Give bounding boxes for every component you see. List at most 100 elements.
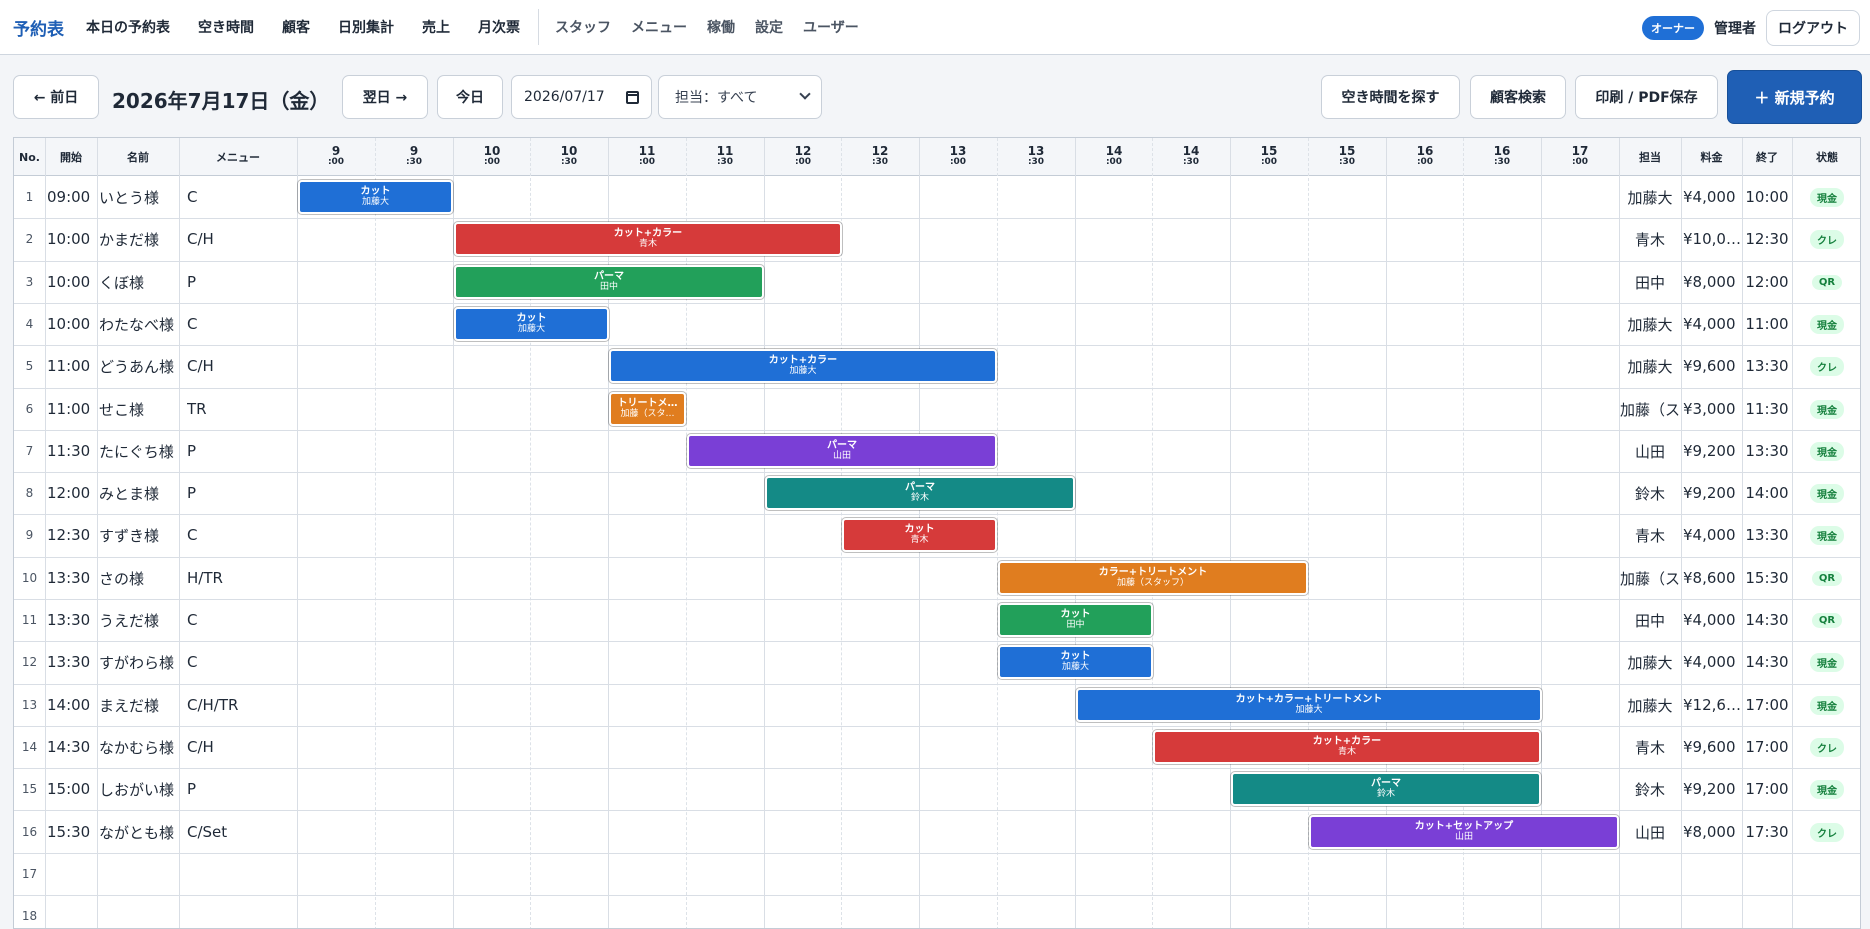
time-slot-minute: :00 bbox=[638, 157, 656, 167]
booking-service: トリートメ… bbox=[617, 398, 678, 409]
booking-staff: 加藤（スタッフ） bbox=[1116, 578, 1189, 588]
time-slot-hour: 16 bbox=[1493, 144, 1511, 158]
booking-bar[interactable]: カット 青木 bbox=[842, 518, 997, 552]
staff-filter-select[interactable]: 担当：すべて bbox=[658, 75, 822, 119]
nav-daily-summary[interactable]: 日別集計 bbox=[338, 17, 394, 37]
time-slot-minute: :30 bbox=[716, 157, 734, 167]
booking-bar[interactable]: トリートメ… 加藤（スタ… bbox=[609, 392, 686, 426]
price: ¥4,000 bbox=[1683, 611, 1736, 629]
booking-staff: 加藤大 bbox=[1295, 705, 1323, 715]
price: ¥3,000 bbox=[1683, 400, 1736, 418]
staff-name: 田中 bbox=[1634, 273, 1665, 292]
header-time-slot: 13:30 bbox=[997, 138, 1075, 176]
calendar-icon[interactable] bbox=[626, 91, 639, 104]
menu-code: C bbox=[187, 188, 198, 206]
today-button[interactable]: 今日 bbox=[437, 75, 503, 119]
time-slot-hour: 13 bbox=[949, 144, 967, 158]
header-no: No. bbox=[19, 150, 40, 164]
print-pdf-button[interactable]: 印刷 / PDF保存 bbox=[1575, 75, 1718, 119]
customer-name[interactable]: なかむら様 bbox=[99, 726, 179, 768]
header-time-slot: 15:00 bbox=[1230, 138, 1308, 176]
nav-settings[interactable]: 設定 bbox=[755, 17, 783, 37]
booking-bar[interactable]: パーマ 田中 bbox=[454, 265, 764, 299]
booking-staff: 田中 bbox=[599, 282, 618, 292]
new-booking-button[interactable]: ＋ 新規予約 bbox=[1727, 70, 1862, 124]
customer-name[interactable]: さの様 bbox=[99, 557, 179, 599]
nav-today-schedule[interactable]: 本日の予約表 bbox=[86, 17, 170, 37]
nav-monthly[interactable]: 月次票 bbox=[478, 17, 520, 37]
nav-free-time[interactable]: 空き時間 bbox=[198, 17, 254, 37]
status-cell: 現金 bbox=[1792, 641, 1860, 683]
customer-name[interactable]: くぼ様 bbox=[99, 261, 179, 303]
price: ¥12,6… bbox=[1683, 696, 1741, 714]
booking-service: パーマ bbox=[827, 440, 857, 451]
time-slot-minute: :00 bbox=[327, 157, 345, 167]
time-slot-hour: 14 bbox=[1182, 144, 1200, 158]
role-badge: オーナー bbox=[1642, 16, 1704, 40]
nav-users[interactable]: ユーザー bbox=[803, 17, 859, 37]
customer-name[interactable]: どうあん様 bbox=[99, 345, 179, 387]
customer-search-button[interactable]: 顧客検索 bbox=[1470, 75, 1566, 119]
time-slot-hour: 15 bbox=[1338, 144, 1356, 158]
end-time: 17:00 bbox=[1745, 780, 1789, 798]
booking-staff: 青木 bbox=[1337, 747, 1356, 757]
time-slot-hour: 11 bbox=[716, 144, 734, 158]
customer-name[interactable]: うえだ様 bbox=[99, 599, 179, 641]
customer-name[interactable]: すずき様 bbox=[99, 514, 179, 556]
nav-menu[interactable]: メニュー bbox=[631, 17, 687, 37]
nav-sales[interactable]: 売上 bbox=[422, 17, 450, 37]
header-staff: 担当 bbox=[1639, 151, 1661, 164]
booking-service: パーマ bbox=[905, 482, 935, 493]
status-cell: 現金 bbox=[1792, 768, 1860, 810]
booking-bar[interactable]: カット+カラー 加藤大 bbox=[609, 349, 997, 383]
price: ¥10,0… bbox=[1683, 230, 1741, 248]
start-time: 10:00 bbox=[47, 230, 91, 248]
nav-staff[interactable]: スタッフ bbox=[555, 17, 611, 37]
booking-bar[interactable]: カット 田中 bbox=[998, 603, 1153, 637]
customer-name[interactable]: すがわら様 bbox=[99, 641, 179, 683]
menu-code: P bbox=[187, 442, 197, 460]
booking-bar[interactable]: パーマ 鈴木 bbox=[1231, 772, 1541, 806]
status-badge: クレ bbox=[1810, 822, 1844, 842]
customer-name[interactable]: いとう様 bbox=[99, 176, 179, 218]
find-free-time-button[interactable]: 空き時間を探す bbox=[1321, 75, 1460, 119]
row-number: 2 bbox=[25, 232, 34, 246]
booking-bar[interactable]: カラー+トリートメント 加藤（スタッフ） bbox=[998, 561, 1308, 595]
customer-name[interactable]: まえだ様 bbox=[99, 684, 179, 726]
start-time: 10:00 bbox=[47, 315, 91, 333]
customer-name[interactable]: ながとも様 bbox=[99, 811, 179, 853]
booking-bar[interactable]: パーマ 山田 bbox=[687, 434, 997, 468]
time-slot-minute: :00 bbox=[949, 157, 967, 167]
booking-bar[interactable]: カット 加藤大 bbox=[998, 645, 1153, 679]
booking-bar[interactable]: カット 加藤大 bbox=[298, 180, 453, 214]
next-day-button[interactable]: 翌日 → bbox=[342, 75, 428, 119]
booking-bar[interactable]: カット+カラー 青木 bbox=[454, 222, 842, 256]
logout-button[interactable]: ログアウト bbox=[1766, 10, 1860, 46]
customer-name[interactable]: みとま様 bbox=[99, 472, 179, 514]
row-number: 4 bbox=[25, 317, 34, 331]
date-picker-input[interactable]: 2026/07/17 bbox=[511, 75, 652, 119]
booking-bar[interactable]: カット+カラー+トリートメント 加藤大 bbox=[1076, 688, 1542, 722]
customer-name[interactable]: せこ様 bbox=[99, 388, 179, 430]
booking-bar[interactable]: パーマ 鈴木 bbox=[765, 476, 1075, 510]
customer-name[interactable]: たにぐち様 bbox=[99, 430, 179, 472]
booking-bar[interactable]: カット+カラー 青木 bbox=[1153, 730, 1541, 764]
booking-service: カット bbox=[360, 186, 391, 197]
end-time: 12:00 bbox=[1745, 273, 1789, 291]
customer-name[interactable]: かまだ様 bbox=[99, 218, 179, 260]
header-status: 状態 bbox=[1816, 151, 1838, 164]
time-slot-minute: :30 bbox=[405, 157, 423, 167]
brand-link[interactable]: 予約表 bbox=[13, 15, 64, 40]
nav-customers[interactable]: 顧客 bbox=[282, 17, 310, 37]
start-time: 15:30 bbox=[47, 823, 91, 841]
prev-day-button[interactable]: ← 前日 bbox=[13, 75, 99, 119]
customer-name[interactable]: わたなべ様 bbox=[99, 303, 179, 345]
status-cell: 現金 bbox=[1792, 514, 1860, 556]
schedule-grid: No. 開始 名前 メニュー 担当 料金 終了 状態 9:00 9:30 10:00 10:30 11:… bbox=[13, 137, 1861, 929]
booking-staff: 青木 bbox=[638, 239, 657, 249]
booking-bar[interactable]: カット+セットアップ 山田 bbox=[1309, 815, 1619, 849]
booking-bar[interactable]: カット 加藤大 bbox=[454, 307, 609, 341]
customer-name[interactable]: しおがい様 bbox=[99, 768, 179, 810]
staff-name: 加藤（ス bbox=[1619, 569, 1680, 588]
nav-operation[interactable]: 稼働 bbox=[707, 17, 735, 37]
